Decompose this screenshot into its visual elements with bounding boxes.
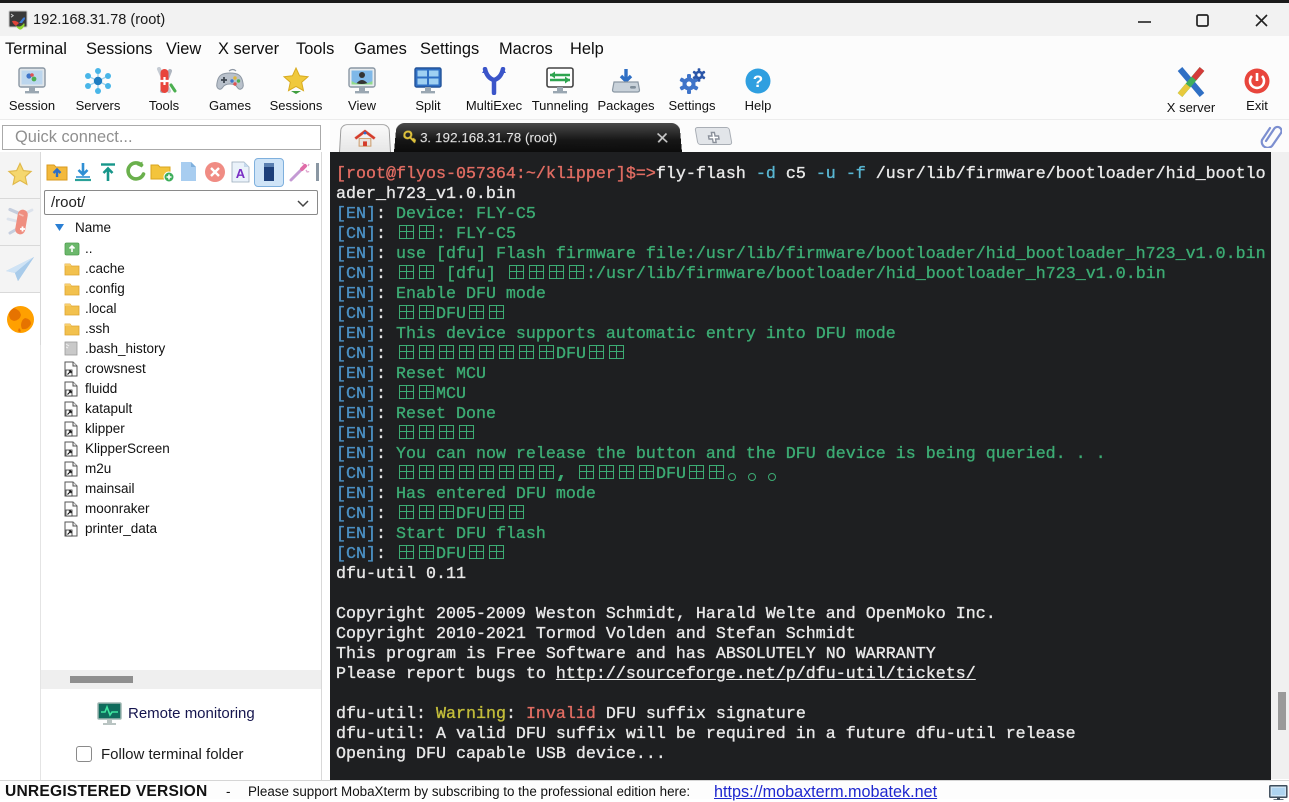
svg-text:?: ? [753, 72, 763, 91]
svg-text:A: A [236, 166, 246, 181]
